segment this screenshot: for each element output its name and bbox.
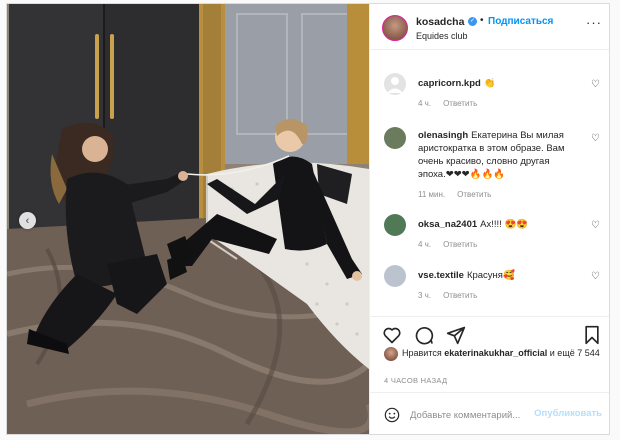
add-comment-bar: Опубликовать [370, 392, 609, 434]
post-header: kosadcha ✓ • Подписаться Equides club ··… [370, 4, 609, 50]
separator-dot: • [480, 15, 484, 26]
liker-avatar[interactable] [384, 347, 398, 361]
comment-like-heart-icon[interactable]: ♡ [591, 271, 600, 282]
smiley-icon[interactable] [384, 407, 400, 423]
reply-button[interactable]: Ответить [443, 240, 477, 249]
post-side-panel: kosadcha ✓ • Подписаться Equides club ··… [369, 4, 609, 434]
comment-input[interactable] [410, 406, 528, 424]
heart-icon[interactable] [382, 325, 402, 345]
comment-avatar[interactable] [384, 214, 406, 236]
comment-bubble-icon[interactable] [414, 325, 434, 345]
comment-avatar[interactable] [384, 127, 406, 149]
reply-button[interactable]: Ответить [443, 291, 477, 300]
paper-plane-icon[interactable] [446, 325, 466, 345]
comment-like-heart-icon[interactable]: ♡ [591, 133, 600, 144]
comment-text: capricorn.kpd 👏 [418, 77, 578, 90]
chevron-left-icon: ‹ [25, 214, 30, 227]
comment-username[interactable]: capricorn.kpd [418, 78, 481, 89]
comment-body: Красуня🥰 [466, 270, 515, 281]
comment-like-heart-icon[interactable]: ♡ [591, 79, 600, 90]
comment-body: Ах!!!! 😍😍 [480, 219, 529, 230]
likes-prefix: Нравится [402, 348, 445, 358]
comment-time: 4 ч. [418, 99, 432, 108]
scroll-fade [370, 51, 609, 59]
liker-username[interactable]: ekaterinakukhar_official [444, 348, 547, 358]
follow-button[interactable]: Подписаться [488, 16, 553, 27]
comment-text: oksa_na2401 Ах!!!! 😍😍 [418, 218, 578, 231]
likes-summary: Нравится ekaterinakukhar_official и ещё … [370, 344, 609, 374]
comment-username[interactable]: olenasingh [418, 130, 468, 141]
comment-time: 3 ч. [418, 291, 432, 300]
author-avatar[interactable] [382, 15, 408, 41]
more-dots-icon[interactable]: ··· [586, 15, 602, 30]
reply-button[interactable]: Ответить [457, 190, 491, 199]
prev-photo-button[interactable]: ‹ [19, 212, 36, 229]
comment-time: 11 мин. [418, 190, 446, 199]
post-modal: ‹ kosadcha ✓ • Подписаться Equides club … [6, 3, 610, 435]
photo-illustration [7, 4, 369, 434]
comment-text: vse.textile Красуня🥰 [418, 269, 578, 282]
verified-check-icon: ✓ [468, 17, 477, 26]
post-location[interactable]: Equides club [416, 31, 468, 41]
comment-username[interactable]: vse.textile [418, 270, 464, 281]
comment-meta: 3 ч. Ответить [418, 291, 489, 300]
comment-meta: 11 мин. Ответить [418, 190, 503, 199]
author-username[interactable]: kosadcha [416, 16, 464, 28]
comment-text: olenasingh Екатерина Вы милая аристократк… [418, 129, 568, 181]
post-timestamp: 4 ЧАСОВ НАЗАД [384, 376, 448, 385]
comment-avatar[interactable] [384, 265, 406, 287]
likes-count[interactable]: и ещё 7 544 [547, 348, 600, 358]
post-photo[interactable]: ‹ [7, 4, 369, 434]
comment-body: 👏 [483, 78, 496, 89]
comment-time: 4 ч. [418, 240, 432, 249]
comment-like-heart-icon[interactable]: ♡ [591, 220, 600, 231]
comment-meta: 4 ч. Ответить [418, 99, 489, 108]
likes-text[interactable]: Нравится ekaterinakukhar_official и ещё … [402, 347, 602, 359]
comment-meta: 4 ч. Ответить [418, 240, 489, 249]
publish-button[interactable]: Опубликовать [534, 408, 602, 419]
bookmark-icon[interactable] [582, 325, 602, 345]
comment-avatar[interactable] [384, 73, 406, 95]
comment-username[interactable]: oksa_na2401 [418, 219, 477, 230]
comments-list[interactable]: capricorn.kpd 👏 4 ч. Ответить ♡ olenasingh… [370, 51, 609, 315]
reply-button[interactable]: Ответить [443, 99, 477, 108]
